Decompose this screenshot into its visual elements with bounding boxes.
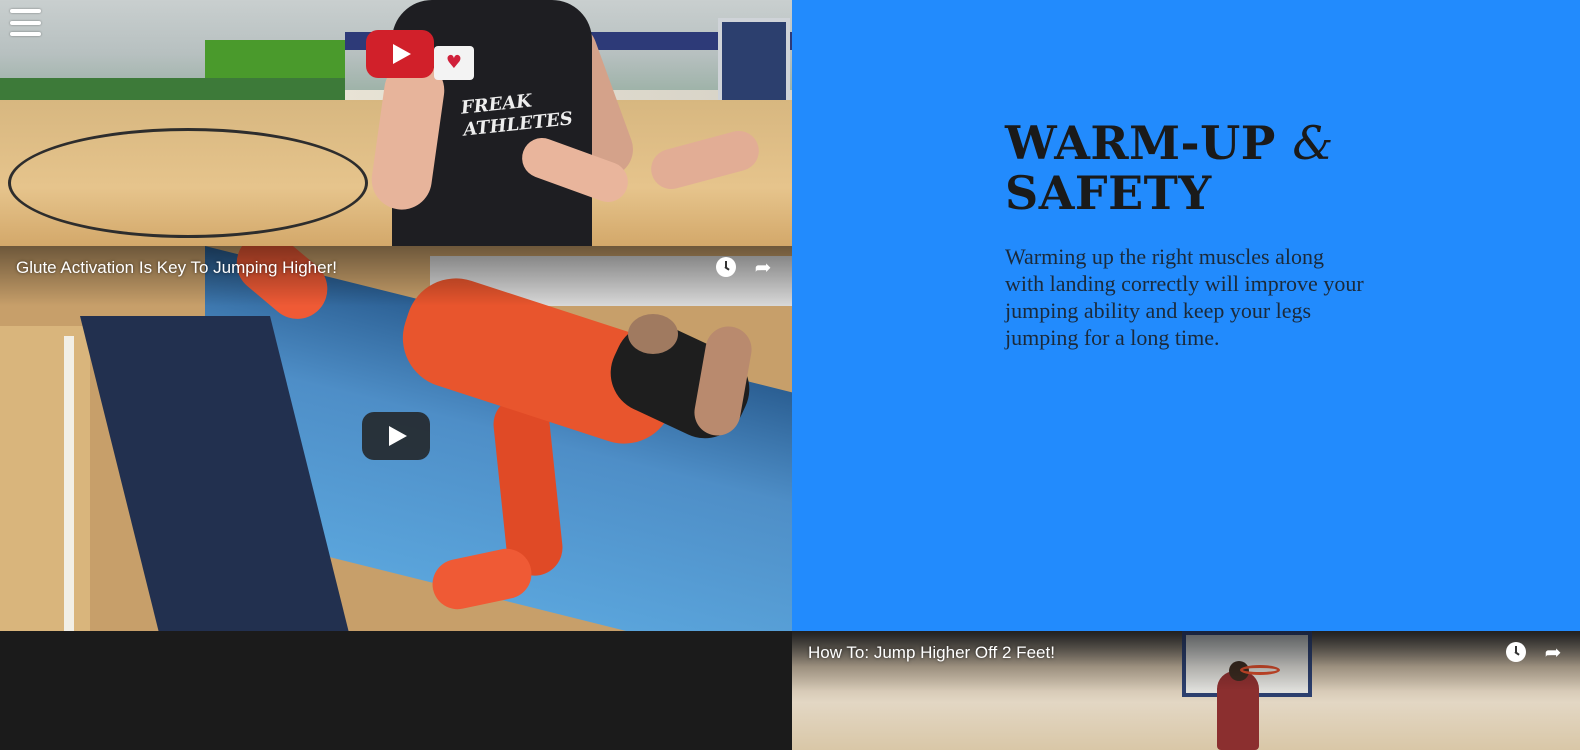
hamburger-menu-icon[interactable] — [10, 9, 41, 36]
empty-area — [0, 631, 792, 750]
watch-later-icon[interactable] — [716, 257, 736, 277]
shirt-badge: ♥ — [434, 46, 474, 80]
video-embed-3[interactable]: How To: Jump Higher Off 2 Feet! ➦ — [792, 631, 1580, 750]
youtube-red-play-icon[interactable] — [366, 30, 434, 78]
video-actions: ➦ — [716, 257, 774, 277]
dark-play-icon[interactable] — [362, 412, 430, 460]
page: ♥ FREAK ATHLETES Glute Activation Is Key… — [0, 0, 1580, 750]
video-embed-1[interactable]: ♥ FREAK ATHLETES — [0, 0, 792, 246]
watch-later-icon[interactable] — [1506, 642, 1526, 662]
video-actions: ➦ — [1506, 642, 1564, 662]
section-description: Warming up the right muscles along with … — [1005, 244, 1364, 350]
share-icon[interactable]: ➦ — [752, 257, 774, 277]
info-panel: WARM-UP & SAFETY Warming up the right mu… — [792, 0, 1580, 631]
video-title[interactable]: Glute Activation Is Key To Jumping Highe… — [16, 258, 337, 278]
section-heading: WARM-UP & SAFETY — [1005, 116, 1334, 220]
video-embed-2[interactable]: Glute Activation Is Key To Jumping Highe… — [0, 246, 792, 631]
share-icon[interactable]: ➦ — [1542, 642, 1564, 662]
video-title[interactable]: How To: Jump Higher Off 2 Feet! — [808, 643, 1055, 663]
